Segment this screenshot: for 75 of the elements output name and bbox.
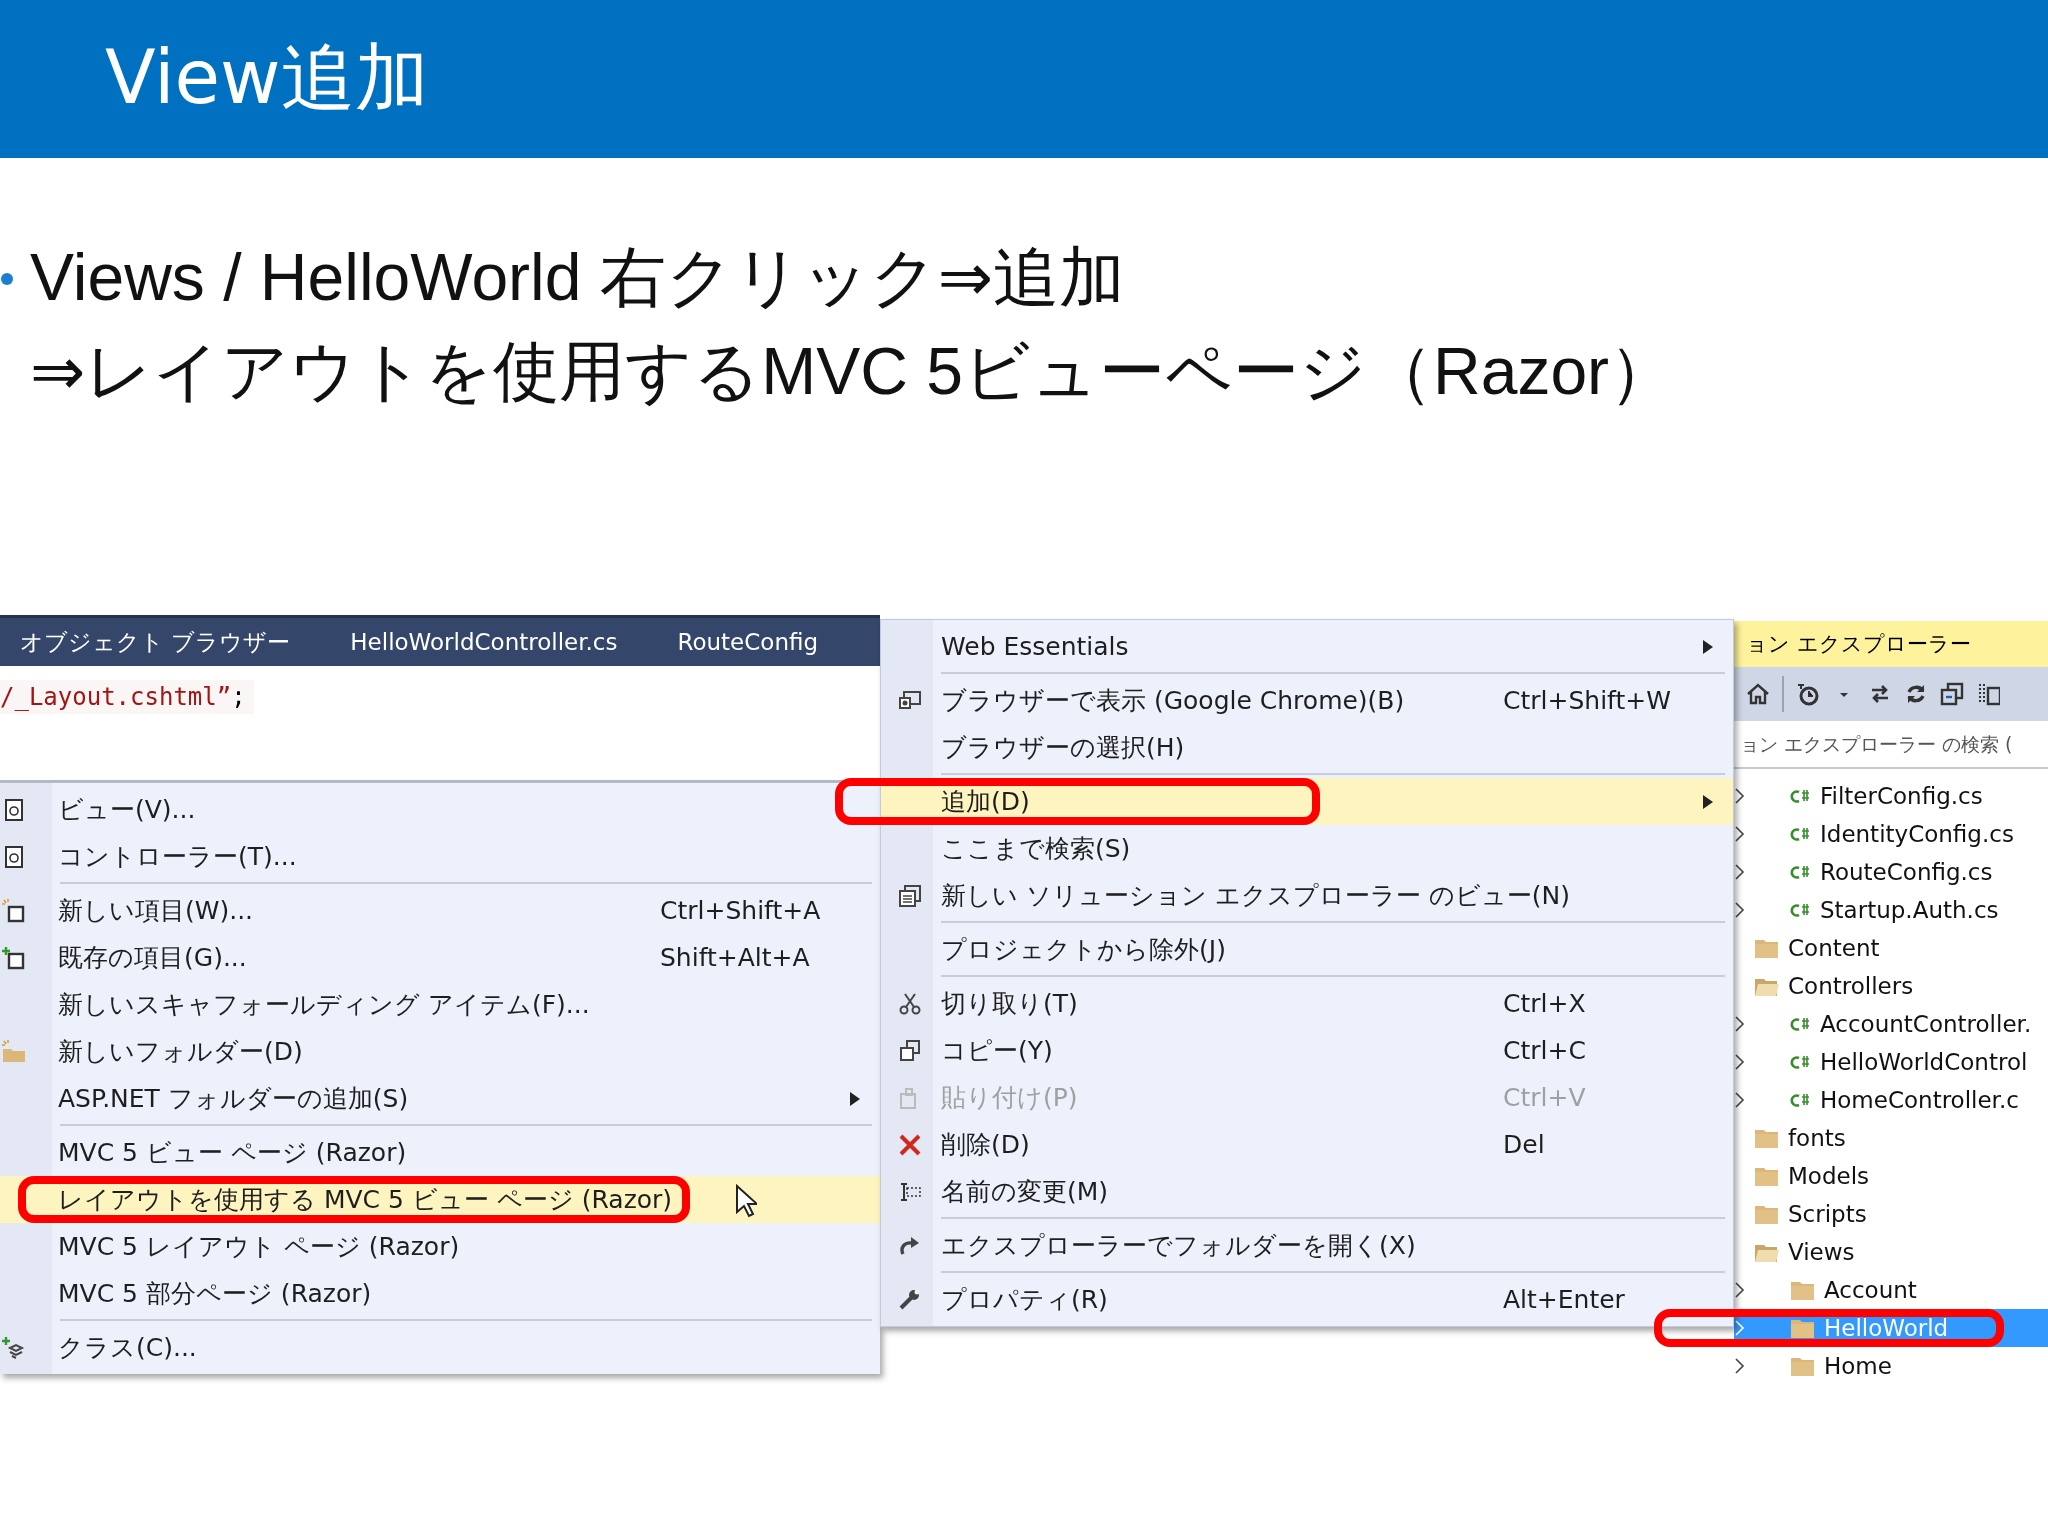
menu-item[interactable]: クラス(C)... (0, 1324, 880, 1371)
home-icon[interactable] (1746, 682, 1770, 706)
folder-icon (1790, 1355, 1816, 1377)
submenu-arrow-icon (1703, 794, 1713, 809)
menu-item[interactable]: 新しいスキャフォールディング アイテム(F)... (0, 981, 880, 1028)
editor-tab[interactable]: オブジェクト ブラウザー (20, 626, 291, 658)
csharp-file-icon (1790, 826, 1812, 842)
menu-item[interactable]: ASP.NET フォルダーの追加(S) (0, 1075, 880, 1122)
slide-title: View追加 (105, 33, 429, 122)
submenu-arrow-icon (1703, 639, 1713, 654)
tree-item[interactable]: Startup.Auth.cs (1734, 891, 2048, 929)
csharp-file-icon (1790, 1016, 1812, 1032)
menu-item[interactable]: プロパティ(R) Alt+Enter (881, 1276, 1733, 1323)
clock-icon[interactable] (1796, 682, 1820, 706)
scissors-icon (898, 991, 922, 1016)
menu-item[interactable]: コントローラー(T)... (0, 833, 880, 880)
bullet-text: ⇒レイアウトを使用するMVC 5ビューページ（Razor） (30, 333, 1676, 410)
menu-item[interactable]: 新しい項目(W)... Ctrl+Shift+A (0, 887, 880, 934)
bullet-text: Views / HelloWorld 右クリック⇒追加 (30, 239, 1127, 316)
editor-tab[interactable]: RouteConfig (677, 629, 819, 655)
new-item-icon (2, 898, 26, 923)
new-folder-icon (2, 1039, 26, 1064)
page-icon (2, 844, 26, 869)
page-icon (2, 797, 26, 822)
window-icon (898, 883, 922, 908)
menu-item[interactable]: エクスプローラーでフォルダーを開く(X) (881, 1222, 1733, 1269)
csharp-file-icon (1790, 788, 1812, 804)
menu-item[interactable]: 新しいフォルダー(D) (0, 1028, 880, 1075)
tree-item[interactable]: AccountController. (1734, 1005, 2048, 1043)
menu-item[interactable]: MVC 5 レイアウト ページ (Razor) (0, 1223, 880, 1270)
menu-item[interactable]: ブラウザーの選択(H) (881, 724, 1733, 771)
tree-item[interactable]: Scripts (1734, 1195, 2048, 1233)
tree-item[interactable]: Account (1734, 1271, 2048, 1309)
tree-item[interactable]: Models (1734, 1157, 2048, 1195)
menu-item[interactable]: 切り取り(T) Ctrl+X (881, 980, 1733, 1027)
panel-title: ョン エクスプローラー (1734, 621, 2048, 667)
class-icon (2, 1335, 26, 1360)
tree-item[interactable]: Views (1734, 1233, 2048, 1271)
csharp-file-icon (1790, 902, 1812, 918)
menu-item[interactable]: プロジェクトから除外(J) (881, 926, 1733, 973)
menu-item[interactable]: MVC 5 部分ページ (Razor) (0, 1270, 880, 1317)
submenu-arrow-icon (850, 1091, 860, 1106)
collapse-icon[interactable] (1940, 682, 1964, 706)
menu-item[interactable]: コピー(Y) Ctrl+C (881, 1027, 1733, 1074)
menu-item[interactable]: 既存の項目(G)... Shift+Alt+A (0, 934, 880, 981)
tree-item[interactable]: fonts (1734, 1119, 2048, 1157)
tree-item[interactable]: HomeController.c (1734, 1081, 2048, 1119)
bullet-icon (0, 272, 14, 286)
menu-item[interactable]: 名前の変更(M) (881, 1168, 1733, 1215)
menu-item[interactable]: Web Essentials (881, 623, 1733, 670)
tree-item[interactable]: Controllers (1734, 967, 2048, 1005)
menu-item[interactable]: ビュー(V)... (0, 786, 880, 833)
tree-item[interactable]: Home (1734, 1347, 2048, 1385)
folder-icon (1790, 1279, 1816, 1301)
tree-item[interactable]: Content (1734, 929, 2048, 967)
menu-item[interactable]: MVC 5 ビュー ページ (Razor) (0, 1129, 880, 1176)
menu-item[interactable]: 新しい ソリューション エクスプローラー のビュー(N) (881, 872, 1733, 919)
folder-icon (1790, 1317, 1816, 1339)
menu-item[interactable]: 削除(D) Del (881, 1121, 1733, 1168)
tree-item[interactable]: HelloWorldControl (1734, 1043, 2048, 1081)
add-item-icon (2, 945, 26, 970)
csharp-file-icon (1790, 1054, 1812, 1070)
delete-icon (898, 1132, 922, 1157)
tree-item[interactable]: FilterConfig.cs (1734, 777, 2048, 815)
editor-tab[interactable]: HelloWorldController.cs (350, 629, 618, 655)
wrench-icon (898, 1287, 922, 1312)
properties-icon[interactable] (1976, 682, 2000, 706)
tree-item[interactable]: RouteConfig.cs (1734, 853, 2048, 891)
menu-item[interactable]: ここまで検索(S) (881, 825, 1733, 872)
tree-item[interactable]: IdentityConfig.cs (1734, 815, 2048, 853)
csharp-file-icon (1790, 864, 1812, 880)
csharp-file-icon (1790, 1092, 1812, 1108)
mouse-pointer-icon (735, 1184, 757, 1218)
copy-icon (898, 1038, 922, 1063)
menu-item[interactable]: ブラウザーで表示 (Google Chrome)(B) Ctrl+Shift+W (881, 677, 1733, 724)
